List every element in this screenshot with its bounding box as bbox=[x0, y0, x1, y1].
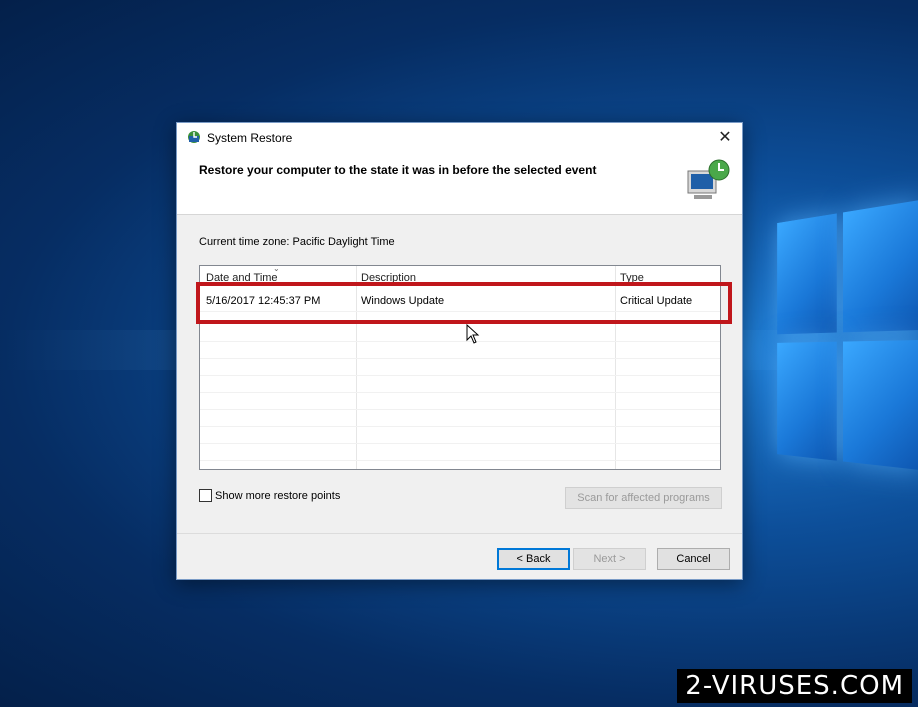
system-restore-dialog: System Restore ✕ Restore your computer t… bbox=[176, 122, 743, 580]
show-more-label: Show more restore points bbox=[215, 489, 341, 502]
system-restore-icon bbox=[186, 129, 202, 145]
header-title: Restore your computer to the state it wa… bbox=[199, 163, 597, 177]
close-button[interactable]: ✕ bbox=[708, 123, 742, 151]
scan-affected-programs-button[interactable]: Scan for affected programs bbox=[565, 487, 722, 509]
empty-row bbox=[200, 426, 720, 444]
logo-pane bbox=[843, 340, 918, 470]
windows-logo bbox=[777, 200, 918, 520]
next-button[interactable]: Next > bbox=[573, 548, 646, 570]
logo-pane bbox=[843, 200, 918, 333]
logo-pane bbox=[777, 213, 837, 335]
show-more-checkbox[interactable] bbox=[199, 489, 212, 502]
sort-arrow-icon: ⌄ bbox=[273, 265, 280, 273]
title-bar[interactable]: System Restore ✕ bbox=[177, 123, 742, 151]
empty-row bbox=[200, 392, 720, 410]
logo-pane bbox=[777, 341, 837, 461]
close-icon: ✕ bbox=[718, 129, 732, 146]
watermark: 2-VIRUSES.COM bbox=[677, 669, 912, 703]
timezone-label: Current time zone: Pacific Daylight Time bbox=[199, 236, 395, 248]
empty-row bbox=[200, 443, 720, 461]
dialog-content: Current time zone: Pacific Daylight Time… bbox=[177, 215, 742, 534]
empty-row bbox=[200, 324, 720, 342]
empty-row bbox=[200, 358, 720, 376]
dialog-title: System Restore bbox=[207, 131, 293, 145]
empty-row bbox=[200, 375, 720, 393]
cancel-button[interactable]: Cancel bbox=[657, 548, 730, 570]
dialog-header: Restore your computer to the state it wa… bbox=[177, 151, 742, 215]
show-more-restore-points[interactable]: Show more restore points bbox=[199, 489, 340, 502]
restore-computer-icon bbox=[684, 157, 734, 203]
back-button[interactable]: < Back bbox=[497, 548, 570, 570]
empty-row bbox=[200, 409, 720, 427]
empty-row bbox=[200, 341, 720, 359]
highlight-box bbox=[196, 282, 732, 324]
mouse-cursor-icon bbox=[466, 323, 480, 344]
dialog-footer: < Back Next > Cancel bbox=[177, 534, 742, 579]
